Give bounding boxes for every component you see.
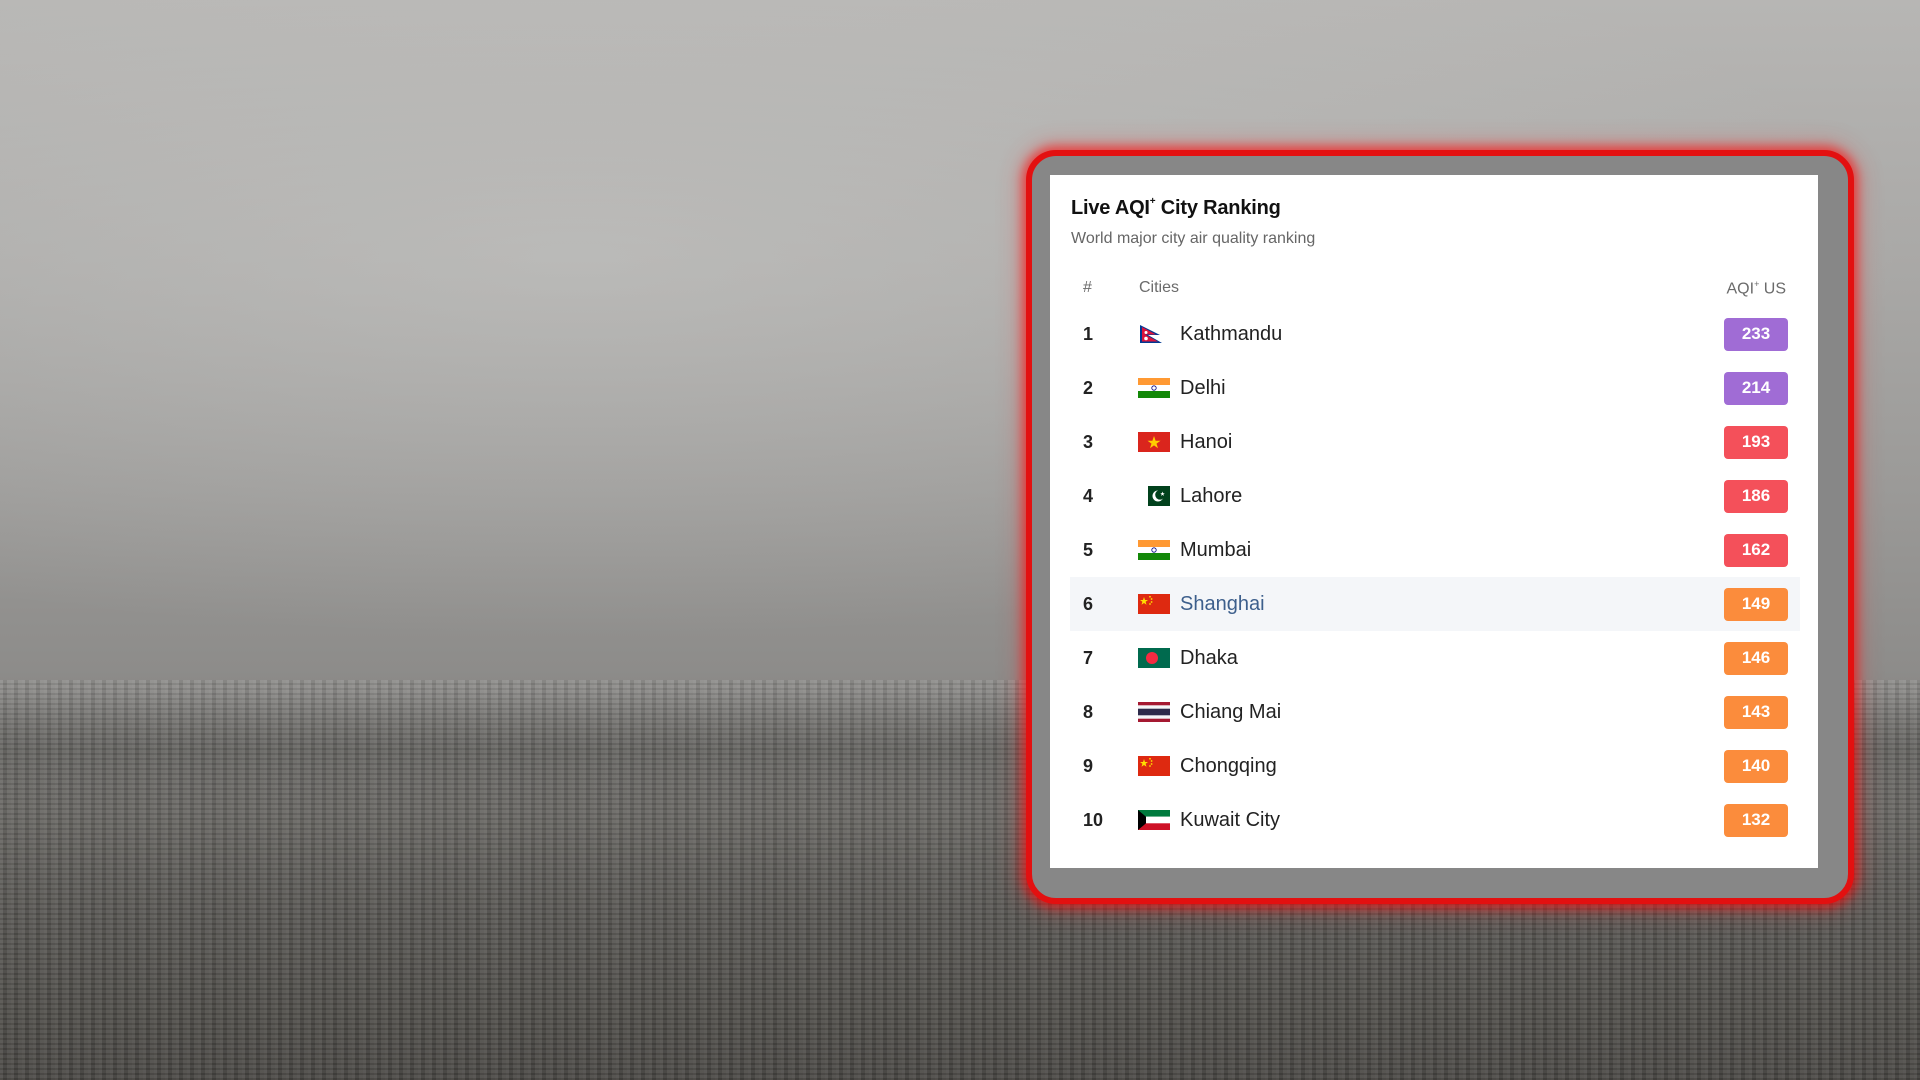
rank-number: 6 — [1083, 593, 1094, 614]
city-link[interactable]: Dhaka — [1180, 647, 1238, 670]
ranking-row[interactable]: 10 Kuwait City 132 — [1070, 793, 1800, 847]
aqi-badge: 146 — [1724, 641, 1788, 675]
ranking-row[interactable]: 3 Hanoi 193 — [1070, 415, 1800, 469]
ranking-row[interactable]: 2 Delhi 214 — [1070, 361, 1800, 415]
rank-number: 7 — [1083, 647, 1094, 668]
city-link[interactable]: Lahore — [1180, 485, 1242, 508]
city-link[interactable]: Delhi — [1180, 377, 1226, 400]
bangladesh-flag-icon — [1138, 648, 1170, 668]
rank-number: 5 — [1083, 539, 1094, 560]
vietnam-flag-icon — [1138, 432, 1170, 452]
rank-number: 4 — [1083, 485, 1094, 506]
ranking-list: 1 Kathmandu 233 2 Delhi 214 3 Hanoi 193 4 Lahore 18… — [1070, 307, 1800, 847]
city-link[interactable]: Chiang Mai — [1180, 701, 1281, 724]
aqi-badge: 140 — [1724, 749, 1788, 783]
card-subtitle: World major city air quality ranking — [1071, 230, 1316, 247]
ranking-row[interactable]: 5 Mumbai 162 — [1070, 523, 1800, 577]
city-link[interactable]: Chongqing — [1180, 755, 1277, 778]
pakistan-flag-icon — [1138, 486, 1170, 506]
aqi-badge: 162 — [1724, 533, 1788, 567]
aqi-ranking-card: Live AQI+ City Ranking World major city … — [1050, 175, 1818, 868]
rank-number: 2 — [1083, 377, 1094, 398]
kuwait-flag-icon — [1138, 810, 1170, 830]
header-aqi-us: AQI+ US — [1726, 279, 1787, 298]
china-flag-icon — [1138, 594, 1170, 614]
aqi-badge: 214 — [1724, 371, 1788, 405]
rank-number: 3 — [1083, 431, 1094, 452]
thailand-flag-icon — [1138, 702, 1170, 722]
india-flag-icon — [1138, 540, 1170, 560]
ranking-row[interactable]: 9 Chongqing 140 — [1070, 739, 1800, 793]
card-title: Live AQI+ City Ranking — [1071, 196, 1281, 219]
aqi-badge: 193 — [1724, 425, 1788, 459]
aqi-badge: 132 — [1724, 803, 1788, 837]
header-rank: # — [1083, 279, 1092, 296]
aqi-badge: 233 — [1724, 317, 1788, 351]
china-flag-icon — [1138, 756, 1170, 776]
rank-number: 9 — [1083, 755, 1094, 776]
ranking-row[interactable]: 4 Lahore 186 — [1070, 469, 1800, 523]
ranking-row[interactable]: 6 Shanghai 149 — [1070, 577, 1800, 631]
city-link[interactable]: Shanghai — [1180, 593, 1265, 616]
india-flag-icon — [1138, 378, 1170, 398]
ranking-row[interactable]: 8 Chiang Mai 143 — [1070, 685, 1800, 739]
city-link[interactable]: Mumbai — [1180, 539, 1251, 562]
aqi-badge: 149 — [1724, 587, 1788, 621]
nepal-flag-icon — [1138, 324, 1170, 344]
aqi-badge: 186 — [1724, 479, 1788, 513]
rank-number: 10 — [1083, 809, 1104, 830]
header-cities: Cities — [1139, 279, 1180, 296]
rank-number: 8 — [1083, 701, 1094, 722]
aqi-badge: 143 — [1724, 695, 1788, 729]
ranking-row[interactable]: 7 Dhaka 146 — [1070, 631, 1800, 685]
rank-number: 1 — [1083, 323, 1094, 344]
city-link[interactable]: Kuwait City — [1180, 809, 1280, 832]
city-link[interactable]: Hanoi — [1180, 431, 1232, 454]
ranking-row[interactable]: 1 Kathmandu 233 — [1070, 307, 1800, 361]
city-link[interactable]: Kathmandu — [1180, 323, 1282, 346]
